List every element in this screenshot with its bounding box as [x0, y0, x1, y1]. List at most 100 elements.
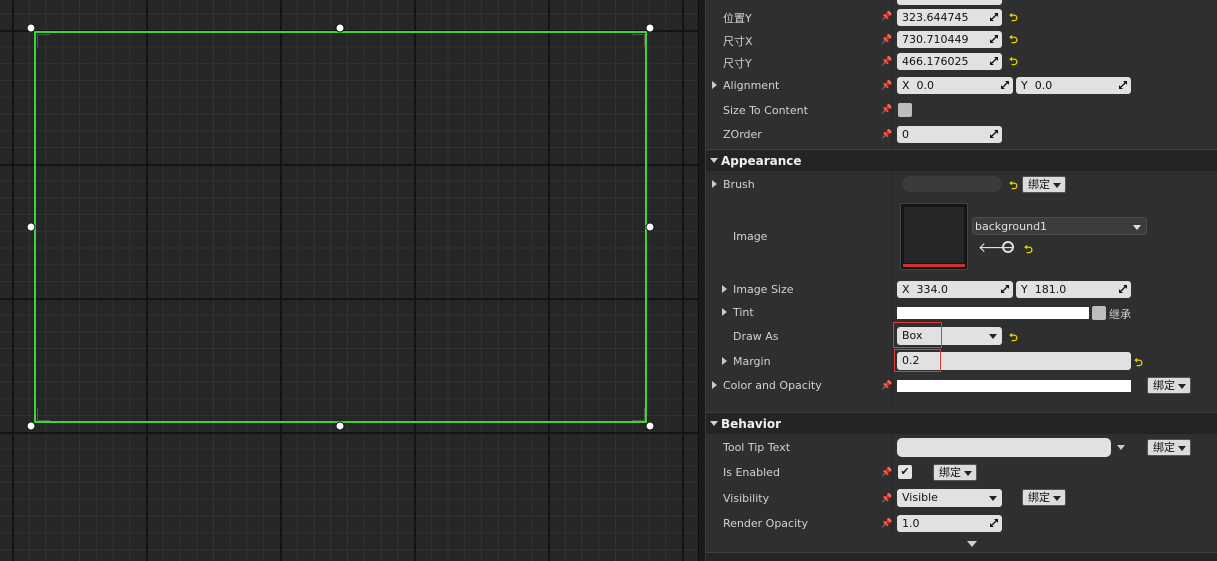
size-x-field[interactable]: 730.710449	[897, 31, 1002, 48]
behavior-section-header[interactable]: Behavior	[706, 412, 1217, 434]
image-asset-dropdown[interactable]: background1	[972, 217, 1147, 235]
column-divider[interactable]	[892, 435, 893, 539]
reset-to-default-icon[interactable]: ⮌	[1009, 31, 1018, 50]
expand-arrow-icon[interactable]	[722, 308, 727, 316]
size-to-content-label: Size To Content	[723, 104, 808, 117]
collapse-arrow-icon	[710, 158, 718, 163]
is-enabled-checkbox[interactable]: ✔	[898, 465, 912, 479]
column-divider[interactable]	[892, 172, 893, 408]
pos-x-field-partial[interactable]	[897, 0, 1002, 5]
resize-handle-top-left[interactable]	[26, 23, 36, 33]
thumbnail-preview	[904, 207, 964, 263]
thumbnail-asset-color-bar	[903, 264, 965, 267]
expand-arrow-icon[interactable]	[712, 180, 717, 188]
tint-color-swatch[interactable]	[897, 307, 1089, 319]
axis-x-prefix: X	[902, 79, 910, 92]
next-section-header-partial[interactable]	[706, 552, 1217, 561]
size-y-value: 466.176025	[902, 55, 969, 68]
size-y-field[interactable]: 466.176025	[897, 53, 1002, 70]
alignment-y-value: 0.0	[1034, 79, 1053, 92]
bind-label: 绑定	[1153, 441, 1175, 454]
reset-to-default-icon[interactable]: ⮌	[1009, 53, 1018, 72]
pin-icon: 📌	[881, 57, 893, 67]
reset-to-default-icon[interactable]: ⮌	[1009, 9, 1018, 28]
tint-label: Tint	[733, 306, 754, 319]
zorder-value: 0	[902, 128, 909, 141]
resize-handle-bottom[interactable]	[335, 421, 345, 431]
pos-y-label: 位置Y	[723, 12, 752, 25]
selected-widget-outline[interactable]	[34, 31, 647, 423]
chevron-down-icon	[967, 541, 977, 547]
image-size-y-value: 181.0	[1034, 283, 1067, 296]
column-divider[interactable]	[892, 0, 893, 148]
chevron-down-icon	[1178, 446, 1186, 451]
pos-y-field[interactable]: 323.644745	[897, 9, 1002, 26]
resize-handle-top-right[interactable]	[645, 23, 655, 33]
bind-label: 绑定	[1028, 178, 1050, 191]
visibility-dropdown[interactable]: Visible	[897, 489, 1002, 507]
size-to-content-checkbox[interactable]	[898, 103, 912, 117]
pin-icon: 📌	[881, 12, 893, 22]
pin-icon: 📌	[881, 468, 893, 478]
anchor-corner-mark	[632, 34, 645, 47]
expand-arrow-icon[interactable]	[722, 357, 727, 365]
image-thumbnail[interactable]	[900, 203, 968, 270]
pin-icon: 📌	[881, 519, 893, 529]
pin-icon: 📌	[881, 494, 893, 504]
appearance-section-header[interactable]: Appearance	[706, 149, 1217, 171]
brush-bind-button[interactable]: 绑定	[1022, 176, 1066, 193]
details-panel: 位置Y 📌 323.644745 ⮌ 尺寸X 📌 730.710449 ⮌ 尺寸…	[706, 0, 1217, 561]
reset-to-default-icon[interactable]: ⮌	[1024, 241, 1033, 260]
pin-icon: 📌	[881, 81, 893, 91]
axis-y-prefix: Y	[1021, 283, 1028, 296]
panel-splitter[interactable]	[698, 0, 706, 561]
drag-arrows-icon	[990, 13, 998, 21]
size-x-label: 尺寸X	[723, 35, 753, 48]
alignment-label: Alignment	[723, 79, 780, 92]
expand-arrow-icon[interactable]	[712, 381, 717, 389]
reset-to-default-icon[interactable]: ⮌	[1009, 177, 1018, 196]
drag-arrows-icon	[1001, 285, 1009, 293]
bind-label: 绑定	[1153, 379, 1175, 392]
pin-icon: 📌	[881, 381, 893, 391]
render-opacity-value: 1.0	[902, 517, 920, 530]
alignment-x-field[interactable]: X 0.0	[897, 77, 1013, 94]
bind-label: 绑定	[939, 466, 961, 479]
resize-handle-right[interactable]	[645, 222, 655, 232]
alignment-x-value: 0.0	[916, 79, 935, 92]
color-opacity-swatch[interactable]	[897, 380, 1131, 392]
browse-magnifier-icon[interactable]	[1002, 241, 1014, 253]
color-opacity-bind-button[interactable]: 绑定	[1147, 377, 1191, 394]
reset-to-default-icon[interactable]: ⮌	[1134, 354, 1143, 373]
image-size-y-field[interactable]: Y 181.0	[1016, 281, 1131, 298]
brush-preview	[902, 176, 1002, 192]
size-y-label: 尺寸Y	[723, 57, 752, 70]
image-size-x-field[interactable]: X 334.0	[897, 281, 1013, 298]
tooltip-bind-button[interactable]: 绑定	[1147, 439, 1191, 456]
chevron-down-icon[interactable]	[1117, 445, 1125, 450]
expand-arrow-icon[interactable]	[722, 285, 727, 293]
margin-label: Margin	[733, 355, 771, 368]
reset-to-default-icon[interactable]: ⮌	[1009, 329, 1018, 348]
drag-arrows-icon	[990, 35, 998, 43]
resize-handle-bottom-right[interactable]	[645, 421, 655, 431]
resize-handle-left[interactable]	[26, 222, 36, 232]
axis-x-prefix: X	[902, 283, 910, 296]
zorder-field[interactable]: 0	[897, 126, 1002, 143]
expand-arrow-icon[interactable]	[712, 81, 717, 89]
draw-as-label: Draw As	[733, 330, 779, 343]
resize-handle-bottom-left[interactable]	[26, 421, 36, 431]
drag-arrows-icon	[1119, 81, 1127, 89]
tint-inherit-checkbox[interactable]	[1092, 306, 1106, 320]
visibility-bind-button[interactable]: 绑定	[1022, 489, 1066, 506]
render-opacity-field[interactable]: 1.0	[897, 515, 1002, 532]
resize-handle-top[interactable]	[335, 23, 345, 33]
alignment-y-field[interactable]: Y 0.0	[1016, 77, 1131, 94]
image-size-label: Image Size	[733, 283, 794, 296]
tooltip-text-field[interactable]	[897, 438, 1111, 457]
is-enabled-label: Is Enabled	[723, 466, 780, 479]
advanced-expander[interactable]	[706, 539, 1217, 551]
designer-canvas[interactable]	[0, 0, 698, 561]
is-enabled-bind-button[interactable]: 绑定	[933, 464, 977, 481]
size-x-value: 730.710449	[902, 33, 969, 46]
